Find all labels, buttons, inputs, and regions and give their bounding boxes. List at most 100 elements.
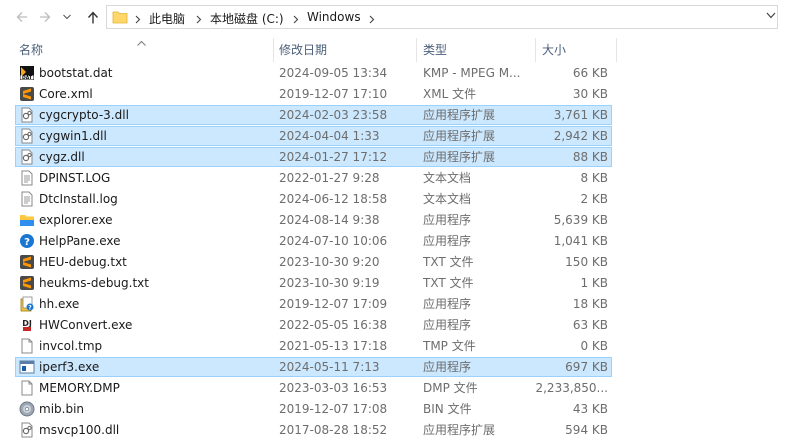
file-date: 2019-12-07 17:10: [279, 87, 388, 101]
back-arrow-icon: [16, 11, 28, 23]
breadcrumb-windows[interactable]: Windows: [307, 10, 361, 24]
file-type: XML 文件: [423, 87, 477, 101]
column-divider[interactable]: [616, 38, 617, 62]
file-date: 2019-12-07 17:09: [279, 297, 388, 311]
back-button[interactable]: [11, 6, 33, 28]
column-header-date[interactable]: 修改日期: [279, 38, 327, 62]
file-row[interactable]: iperf3.exe 2024-05-11 7:13 应用程序 697 KB: [15, 357, 612, 377]
file-name: mib.bin: [39, 402, 85, 416]
file-size: 150 KB: [565, 255, 608, 269]
file-name: HWConvert.exe: [39, 318, 133, 332]
svg-text:?: ?: [28, 305, 32, 312]
sublime-icon: [19, 86, 35, 102]
file-type: TXT 文件: [423, 255, 474, 269]
column-header-name[interactable]: 名称: [19, 38, 43, 62]
exe-icon: [19, 359, 35, 375]
file-name: HEU-debug.txt: [39, 255, 127, 269]
file-row[interactable]: ? hh.exe 2019-12-07 17:09 应用程序 18 KB: [15, 294, 612, 314]
file-row[interactable]: DJ HWConvert.exe 2022-05-05 16:38 应用程序 63 KB: [15, 315, 612, 335]
file-date: 2022-01-27 9:28: [279, 171, 380, 185]
blank-file-icon: [19, 338, 35, 354]
column-divider[interactable]: [535, 38, 536, 62]
file-row[interactable]: mib.bin 2019-12-07 17:08 BIN 文件 43 KB: [15, 399, 612, 419]
file-size: 88 KB: [572, 150, 608, 164]
address-bar[interactable]: 此电脑 本地磁盘 (C:) Windows: [106, 5, 778, 29]
file-row[interactable]: msvcp100.dll 2017-08-28 18:52 应用程序扩展 594 KB: [15, 420, 612, 440]
column-divider[interactable]: [416, 38, 417, 62]
file-row[interactable]: MEMORY.DMP 2023-03-03 16:53 DMP 文件 2,233,85…: [15, 378, 612, 398]
file-name: explorer.exe: [39, 213, 113, 227]
file-name: heukms-debug.txt: [39, 276, 149, 290]
file-name: DPINST.LOG: [39, 171, 111, 185]
file-type: 应用程序扩展: [423, 129, 496, 143]
file-date: 2024-09-05 13:34: [279, 66, 388, 80]
file-size: 1 KB: [580, 276, 608, 290]
file-type: 应用程序: [423, 297, 472, 311]
file-name: invcol.tmp: [39, 339, 103, 353]
file-row[interactable]: heukms-debug.txt 2023-10-30 9:19 TXT 文件 1 K…: [15, 273, 612, 293]
file-date: 2021-05-13 17:18: [279, 339, 388, 353]
file-row[interactable]: invcol.tmp 2021-05-13 17:18 TMP 文件 0 KB: [15, 336, 612, 356]
dll-icon: [19, 128, 35, 144]
forward-button[interactable]: [34, 6, 56, 28]
file-type: 应用程序扩展: [423, 423, 496, 437]
file-date: 2024-06-12 18:58: [279, 192, 388, 206]
file-row[interactable]: explorer.exe 2024-08-14 9:38 应用程序 5,639 KB: [15, 210, 612, 230]
chevron-right-icon: [135, 13, 141, 27]
file-row[interactable]: cygcrypto-3.dll 2024-02-03 23:58 应用程序扩展 3,7…: [15, 105, 612, 125]
file-row[interactable]: DPINST.LOG 2022-01-27 9:28 文本文档 8 KB: [15, 168, 612, 188]
file-type: TXT 文件: [423, 276, 474, 290]
file-size: 66 KB: [572, 66, 608, 80]
file-name: Core.xml: [39, 87, 93, 101]
up-button[interactable]: [82, 6, 104, 28]
file-date: 2022-05-05 16:38: [279, 318, 388, 332]
hh-icon: ?: [19, 296, 35, 312]
file-size: 0 KB: [580, 339, 608, 353]
file-type: TMP 文件: [423, 339, 476, 353]
svg-text:DJ: DJ: [22, 319, 32, 328]
file-size: 594 KB: [565, 423, 608, 437]
file-type: 应用程序: [423, 213, 472, 227]
up-arrow-icon: [87, 10, 99, 24]
sublime-icon: [19, 254, 35, 270]
file-row[interactable]: cygz.dll 2024-01-27 17:12 应用程序扩展 88 KB: [15, 147, 612, 167]
file-row[interactable]: DAT bootstat.dat 2024-09-05 13:34 KMP - MPE…: [15, 63, 612, 83]
file-name: DtcInstall.log: [39, 192, 118, 206]
file-row[interactable]: ? HelpPane.exe 2024-07-10 10:06 应用程序 1,041 K…: [15, 231, 612, 251]
dll-icon: [19, 107, 35, 123]
file-size: 30 KB: [572, 87, 608, 101]
file-name: msvcp100.dll: [39, 423, 120, 437]
file-type: KMP - MPEG M...: [423, 66, 521, 80]
file-row[interactable]: DtcInstall.log 2024-06-12 18:58 文本文档 2 KB: [15, 189, 612, 209]
file-name: cygz.dll: [39, 150, 85, 164]
file-row[interactable]: HEU-debug.txt 2023-10-30 9:20 TXT 文件 150 KB: [15, 252, 612, 272]
file-size: 63 KB: [572, 318, 608, 332]
file-type: 文本文档: [423, 192, 472, 206]
file-row[interactable]: cygwin1.dll 2024-04-04 1:33 应用程序扩展 2,942 KB: [15, 126, 612, 146]
file-type: DMP 文件: [423, 381, 478, 395]
breadcrumb-this-pc[interactable]: 此电脑: [149, 10, 185, 27]
file-date: 2024-08-14 9:38: [279, 213, 380, 227]
file-date: 2024-01-27 17:12: [279, 150, 388, 164]
address-history-dropdown-icon[interactable]: [766, 8, 776, 22]
file-date: 2017-08-28 18:52: [279, 423, 388, 437]
text-file-icon: [19, 170, 35, 186]
file-size: 1,041 KB: [553, 234, 608, 248]
chevron-right-icon: [196, 13, 202, 27]
file-type: 应用程序: [423, 234, 472, 248]
explorer-icon: [19, 212, 35, 228]
disc-icon: [19, 401, 35, 417]
file-name: cygwin1.dll: [39, 129, 107, 143]
file-date: 2024-02-03 23:58: [279, 108, 388, 122]
file-date: 2023-10-30 9:20: [279, 255, 380, 269]
column-header-size[interactable]: 大小: [542, 38, 566, 62]
recent-locations-button[interactable]: [60, 6, 74, 28]
column-divider[interactable]: [273, 38, 274, 62]
file-row[interactable]: Core.xml 2019-12-07 17:10 XML 文件 30 KB: [15, 84, 612, 104]
file-size: 8 KB: [580, 171, 608, 185]
file-type: 应用程序: [423, 360, 472, 374]
file-size: 2,233,850...: [535, 381, 608, 395]
breadcrumb-local-disk[interactable]: 本地磁盘 (C:): [210, 10, 284, 27]
file-date: 2024-07-10 10:06: [279, 234, 388, 248]
column-header-type[interactable]: 类型: [423, 38, 447, 62]
